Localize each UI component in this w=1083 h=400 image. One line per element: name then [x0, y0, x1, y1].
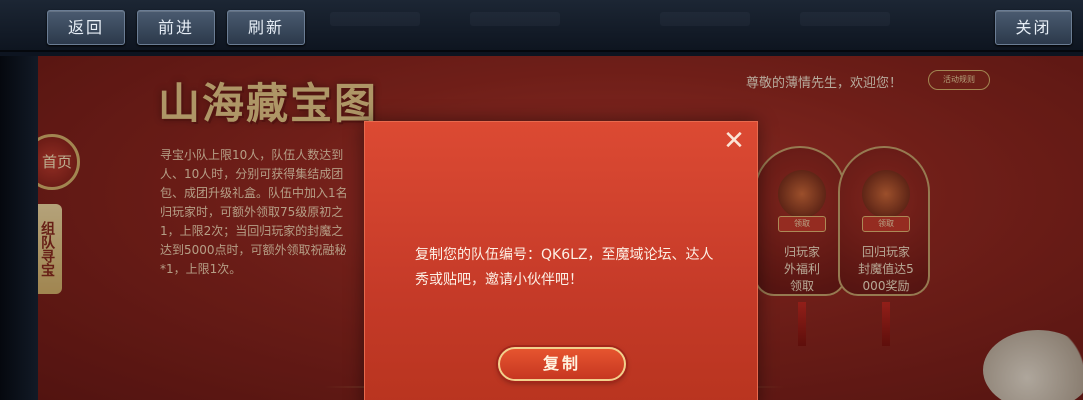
copy-button[interactable]: 复制	[498, 347, 626, 381]
forward-button[interactable]: 前进	[137, 10, 215, 45]
dialog-message: 复制您的队伍编号：QK6LZ，至魔域论坛、达人秀或贴吧，邀请小伙伴吧！	[415, 247, 714, 288]
close-button[interactable]: 关闭	[995, 10, 1072, 45]
refresh-button[interactable]: 刷新	[227, 10, 305, 45]
toolbar-ghost-text	[470, 12, 560, 26]
left-edge	[0, 56, 38, 400]
toolbar-ghost-text	[330, 12, 420, 26]
close-icon[interactable]: ✕	[721, 128, 747, 154]
back-button[interactable]: 返回	[47, 10, 125, 45]
toolbar-ghost-text	[660, 12, 750, 26]
copy-team-id-dialog: ✕ 复制您的队伍编号：QK6LZ，至魔域论坛、达人秀或贴吧，邀请小伙伴吧！ 复制	[364, 121, 758, 400]
browser-toolbar: 返回 前进 刷新 关闭	[0, 0, 1083, 52]
toolbar-ghost-text	[800, 12, 890, 26]
